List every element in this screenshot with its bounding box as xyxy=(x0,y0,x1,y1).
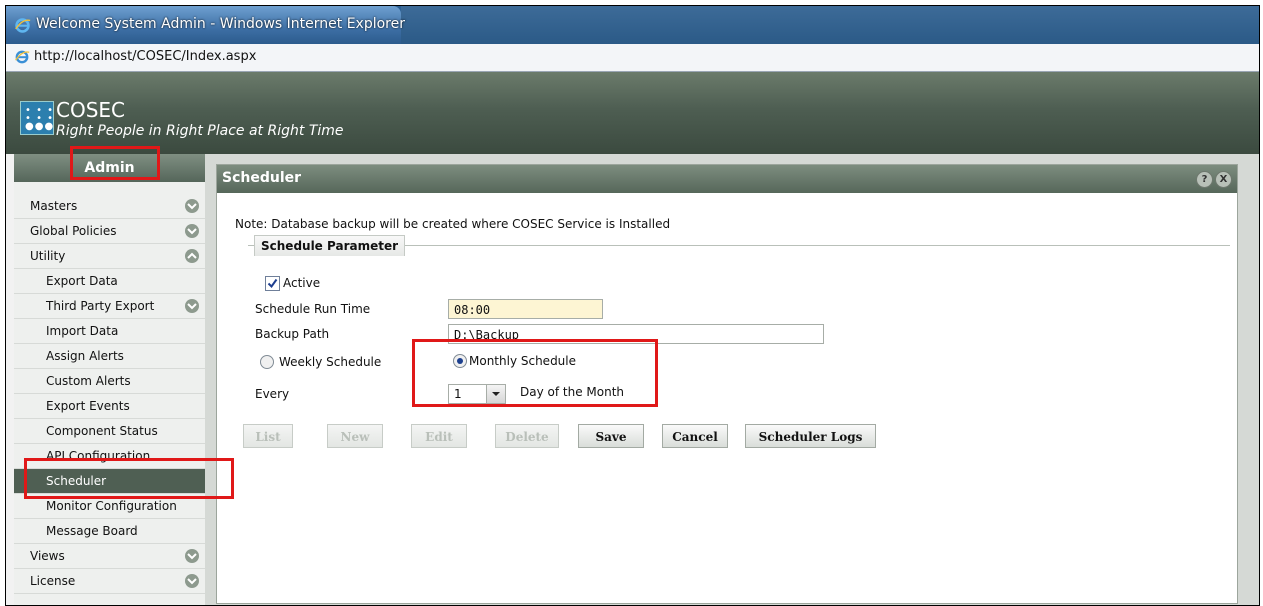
active-label: Active xyxy=(283,276,321,290)
url-text[interactable]: http://localhost/COSEC/Index.aspx xyxy=(34,49,256,64)
sidebar-item-utility[interactable]: Utility xyxy=(14,244,205,269)
chevron-down-icon[interactable] xyxy=(185,299,199,313)
app-header: • • • • • • ●●● COSEC Right People in Righ… xyxy=(6,72,1259,154)
sidebar: Admin Masters Global Policies Utility Ex… xyxy=(14,154,206,605)
chevron-down-icon[interactable] xyxy=(185,574,199,588)
content-area: Scheduler ? X Note: Database backup will… xyxy=(205,154,1259,605)
title-bar: Welcome System Admin - Windows Internet … xyxy=(6,6,1259,44)
ie-page-icon xyxy=(15,50,30,64)
list-button[interactable]: List xyxy=(243,424,293,448)
close-icon[interactable]: X xyxy=(1215,171,1232,188)
help-icon[interactable]: ? xyxy=(1196,171,1213,188)
sidebar-item-assign-alerts[interactable]: Assign Alerts xyxy=(14,344,205,369)
sidebar-item-export-events[interactable]: Export Events xyxy=(14,394,205,419)
chevron-down-icon[interactable] xyxy=(185,549,199,563)
sidebar-item-global-policies[interactable]: Global Policies xyxy=(14,219,205,244)
sidebar-item-views[interactable]: Views xyxy=(14,544,205,569)
panel-title: Scheduler xyxy=(222,170,302,186)
sidebar-item-export-data[interactable]: Export Data xyxy=(14,269,205,294)
backup-note: Note: Database backup will be created wh… xyxy=(235,217,671,231)
new-button[interactable]: New xyxy=(327,424,383,448)
run-time-label: Schedule Run Time xyxy=(255,302,371,316)
sidebar-item-license[interactable]: License xyxy=(14,569,205,594)
edit-button[interactable]: Edit xyxy=(411,424,467,448)
delete-button[interactable]: Delete xyxy=(495,424,559,448)
scheduler-panel: Scheduler ? X Note: Database backup will… xyxy=(216,164,1238,604)
highlight-box-monthly-schedule xyxy=(412,339,658,407)
app-name: COSEC xyxy=(56,98,126,122)
cosec-logo-icon: • • • • • • ●●● xyxy=(20,101,54,135)
chevron-down-icon[interactable] xyxy=(185,199,199,213)
weekly-schedule-label: Weekly Schedule xyxy=(279,355,382,369)
sidebar-item-custom-alerts[interactable]: Custom Alerts xyxy=(14,369,205,394)
scheduler-logs-button[interactable]: Scheduler Logs xyxy=(745,424,876,448)
chevron-up-icon[interactable] xyxy=(185,249,199,263)
highlight-box-scheduler xyxy=(24,458,234,499)
backup-path-label: Backup Path xyxy=(255,327,330,341)
browser-window: Welcome System Admin - Windows Internet … xyxy=(5,5,1260,606)
run-time-input[interactable]: 08:00 xyxy=(448,299,603,319)
sidebar-item-third-party-export[interactable]: Third Party Export xyxy=(14,294,205,319)
sidebar-item-component-status[interactable]: Component Status xyxy=(14,419,205,444)
weekly-schedule-radio[interactable] xyxy=(260,355,274,369)
address-bar[interactable]: http://localhost/COSEC/Index.aspx xyxy=(6,44,1259,72)
highlight-box-admin xyxy=(70,146,160,180)
window-title: Welcome System Admin - Windows Internet … xyxy=(36,16,405,32)
checkmark-icon xyxy=(267,278,278,289)
app-tagline: Right People in Right Place at Right Tim… xyxy=(56,123,344,139)
every-label: Every xyxy=(255,387,290,401)
sidebar-item-message-board[interactable]: Message Board xyxy=(14,519,205,544)
sidebar-item-import-data[interactable]: Import Data xyxy=(14,319,205,344)
chevron-down-icon[interactable] xyxy=(185,224,199,238)
save-button[interactable]: Save xyxy=(578,424,644,448)
panel-header: Scheduler ? X xyxy=(217,165,1237,193)
active-checkbox[interactable] xyxy=(265,276,280,291)
ie-logo-icon xyxy=(15,18,31,33)
fieldset-legend: Schedule Parameter xyxy=(254,235,406,256)
cancel-button[interactable]: Cancel xyxy=(662,424,728,448)
sidebar-item-masters[interactable]: Masters xyxy=(14,194,205,219)
